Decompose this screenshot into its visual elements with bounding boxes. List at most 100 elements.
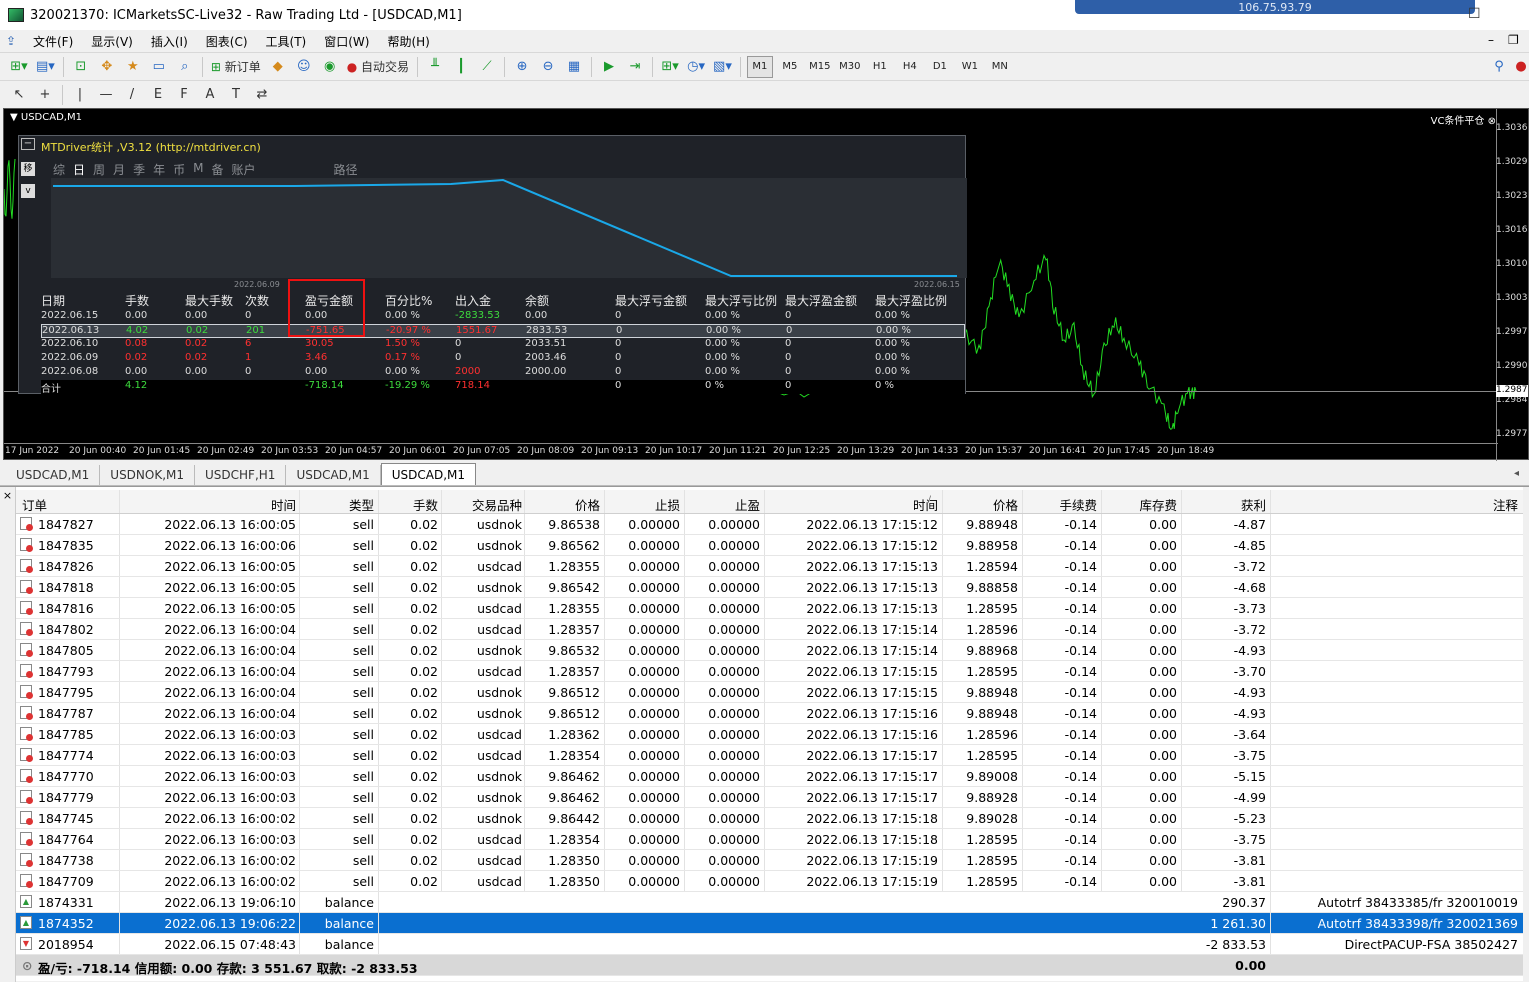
text-icon[interactable]: A	[199, 84, 221, 106]
restore-doc-icon[interactable]: ❐	[1508, 33, 1519, 47]
chart-tab[interactable]: USDCAD,M1	[286, 465, 381, 485]
trade-row[interactable]: 1847785 2022.06.13 16:00:03 sell 0.02 usdcad…	[16, 724, 1524, 745]
menu-view[interactable]: 显示(V)	[82, 33, 142, 50]
timeframe-m30[interactable]: M30	[837, 56, 863, 78]
stats-row[interactable]: 2022.06.09 0.02 0.02 1 3.46 0.17 % 0 2003.46 0 0.…	[41, 352, 965, 366]
price-chart[interactable]: ▼ USDCAD,M1 VC条件平仓 ⊗ 1.3036 1.3029 1.3023 1…	[3, 108, 1529, 461]
auto-trading-button[interactable]: ● 自动交易	[345, 56, 411, 78]
search-icon[interactable]: ⚲	[1488, 56, 1510, 78]
column-header[interactable]: 止盈	[735, 495, 760, 514]
timeframe-mn[interactable]: MN	[987, 56, 1013, 78]
chart-tab[interactable]: USDCAD,M1	[6, 465, 101, 485]
autoscroll-icon[interactable]: ▶	[598, 56, 620, 78]
market-watch-icon[interactable]: ⊡	[70, 56, 92, 78]
tab-week[interactable]: 周	[93, 161, 105, 178]
tab-magic[interactable]: M	[193, 161, 203, 178]
strategy-tester-icon[interactable]: ⌕	[174, 56, 196, 78]
new-order-button[interactable]: ⊞ 新订单	[209, 56, 263, 78]
templates-icon[interactable]: ▧▾	[711, 56, 734, 78]
column-header[interactable]: 时间	[271, 495, 296, 514]
stats-row[interactable]: 2022.06.13 4.02 0.02 201 -751.65 -20.97 % 1551…	[41, 324, 965, 338]
tab-day[interactable]: 日	[73, 161, 85, 178]
collapse-button[interactable]: −	[21, 138, 35, 150]
timeframe-d1[interactable]: D1	[927, 56, 953, 78]
move-button[interactable]: 移	[21, 162, 35, 176]
indicators-icon[interactable]: ⊞▾	[659, 56, 681, 78]
menu-tools[interactable]: 工具(T)	[257, 33, 316, 50]
trade-row[interactable]: 1847745 2022.06.13 16:00:02 sell 0.02 usdnok…	[16, 808, 1524, 829]
trade-row[interactable]: 1847779 2022.06.13 16:00:03 sell 0.02 usdnok…	[16, 787, 1524, 808]
timeframe-m1[interactable]: M1	[746, 55, 773, 78]
tab-year[interactable]: 年	[153, 161, 165, 178]
navigator-icon[interactable]: ★	[122, 56, 144, 78]
trade-row[interactable]: 1847827 2022.06.13 16:00:05 sell 0.02 usdnok…	[16, 514, 1524, 535]
stats-row[interactable]: 2022.06.10 0.08 0.02 6 30.05 1.50 % 0 2033.51 0 0…	[41, 338, 965, 352]
trade-row[interactable]: 1847738 2022.06.13 16:00:02 sell 0.02 usdcad…	[16, 850, 1524, 871]
text-label-icon[interactable]: T	[225, 84, 247, 106]
trade-row[interactable]: 1847826 2022.06.13 16:00:05 sell 0.02 usdcad…	[16, 556, 1524, 577]
column-header[interactable]: 注释	[1493, 495, 1518, 514]
new-chart-icon[interactable]: ⊞▾	[8, 56, 30, 78]
trade-row[interactable]: 1847802 2022.06.13 16:00:04 sell 0.02 usdcad…	[16, 619, 1524, 640]
column-header[interactable]: 交易品种	[472, 495, 522, 514]
minimize-doc-icon[interactable]: –	[1488, 33, 1494, 47]
maximize-icon[interactable]: ☐	[1468, 6, 1481, 22]
tab-summary[interactable]: 综	[53, 161, 65, 178]
trade-row[interactable]: 1847793 2022.06.13 16:00:04 sell 0.02 usdcad…	[16, 661, 1524, 682]
timeframe-h4[interactable]: H4	[897, 56, 923, 78]
bar-chart-icon[interactable]: ╨	[424, 56, 446, 78]
fibonacci-icon[interactable]: F	[173, 84, 195, 106]
column-header[interactable]: 获利	[1241, 495, 1266, 514]
trade-row[interactable]: 1847805 2022.06.13 16:00:04 sell 0.02 usdnok…	[16, 640, 1524, 661]
column-header[interactable]: 价格	[993, 495, 1018, 514]
expand-button[interactable]: v	[21, 184, 35, 198]
column-header[interactable]: 库存费	[1139, 495, 1177, 514]
vertical-line-icon[interactable]: |	[69, 84, 91, 106]
metaeditor-icon[interactable]: ◆	[267, 56, 289, 78]
horizontal-line-icon[interactable]: —	[95, 84, 117, 106]
close-terminal-icon[interactable]: ×	[0, 489, 15, 502]
notifications-icon[interactable]: ●	[1510, 56, 1529, 78]
menu-insert[interactable]: 插入(I)	[142, 33, 197, 50]
column-header[interactable]: 价格	[575, 495, 600, 514]
tab-quarter[interactable]: 季	[133, 161, 145, 178]
column-header[interactable]: 手续费	[1059, 495, 1097, 514]
equidistant-channel-icon[interactable]: E	[147, 84, 169, 106]
tab-note[interactable]: 备	[211, 161, 223, 178]
tabs-scroll-icon[interactable]: ◂	[1514, 468, 1519, 479]
trade-row[interactable]: 1847709 2022.06.13 16:00:02 sell 0.02 usdcad…	[16, 871, 1524, 892]
remote-session-bar[interactable]: 106.75.93.79	[1075, 0, 1475, 14]
column-header[interactable]: 订单	[22, 495, 47, 514]
account-history-table[interactable]: 订单 时间 类型 手数 交易品种 价格 止损 止盈 时间 价格 手续费 库存费 获利 注释 / 1847827…	[16, 490, 1524, 976]
chart-tab[interactable]: USDCHF,H1	[195, 465, 287, 485]
stats-row[interactable]: 2022.06.08 0.00 0.00 0 0.00 0.00 % 2000 2000.00…	[41, 366, 965, 380]
timeframe-m5[interactable]: M5	[777, 56, 803, 78]
column-header[interactable]: 止损	[655, 495, 680, 514]
column-header[interactable]: 手数	[413, 495, 438, 514]
trade-row[interactable]: 1847816 2022.06.13 16:00:05 sell 0.02 usdcad…	[16, 598, 1524, 619]
balance-row[interactable]: ▼ 2018954 2022.06.15 07:48:43 balance -2 833…	[16, 934, 1524, 955]
stats-row[interactable]: 2022.06.15 0.00 0.00 0 0.00 0.00 % -2833.53 0.0…	[41, 310, 965, 324]
chart-shift-icon[interactable]: ⇥	[624, 56, 646, 78]
trade-row[interactable]: 1847770 2022.06.13 16:00:03 sell 0.02 usdnok…	[16, 766, 1524, 787]
column-header[interactable]: 时间	[913, 495, 938, 514]
signals-icon[interactable]: ◉	[319, 56, 341, 78]
trade-row[interactable]: 1847764 2022.06.13 16:00:03 sell 0.02 usdcad…	[16, 829, 1524, 850]
menu-charts[interactable]: 图表(C)	[197, 33, 257, 50]
timeframe-h1[interactable]: H1	[867, 56, 893, 78]
trade-row[interactable]: 1847774 2022.06.13 16:00:03 sell 0.02 usdcad…	[16, 745, 1524, 766]
timeframe-w1[interactable]: W1	[957, 56, 983, 78]
menu-file[interactable]: 文件(F)	[24, 33, 82, 50]
column-header[interactable]: 类型	[349, 495, 374, 514]
tab-currency[interactable]: 币	[173, 161, 185, 178]
balance-row[interactable]: ▲ 1874352 2022.06.13 19:06:22 balance 1 261.…	[16, 913, 1524, 934]
chart-tab[interactable]: USDNOK,M1	[100, 465, 196, 485]
chart-tab-active[interactable]: USDCAD,M1	[380, 463, 476, 485]
crosshair-icon[interactable]: +	[34, 84, 56, 106]
tab-account[interactable]: 账户	[231, 161, 255, 178]
data-window-icon[interactable]: ✥	[96, 56, 118, 78]
zoom-out-icon[interactable]: ⊖	[537, 56, 559, 78]
menu-help[interactable]: 帮助(H)	[378, 33, 438, 50]
tile-windows-icon[interactable]: ▦	[563, 56, 585, 78]
trade-row[interactable]: 1847835 2022.06.13 16:00:06 sell 0.02 usdnok…	[16, 535, 1524, 556]
